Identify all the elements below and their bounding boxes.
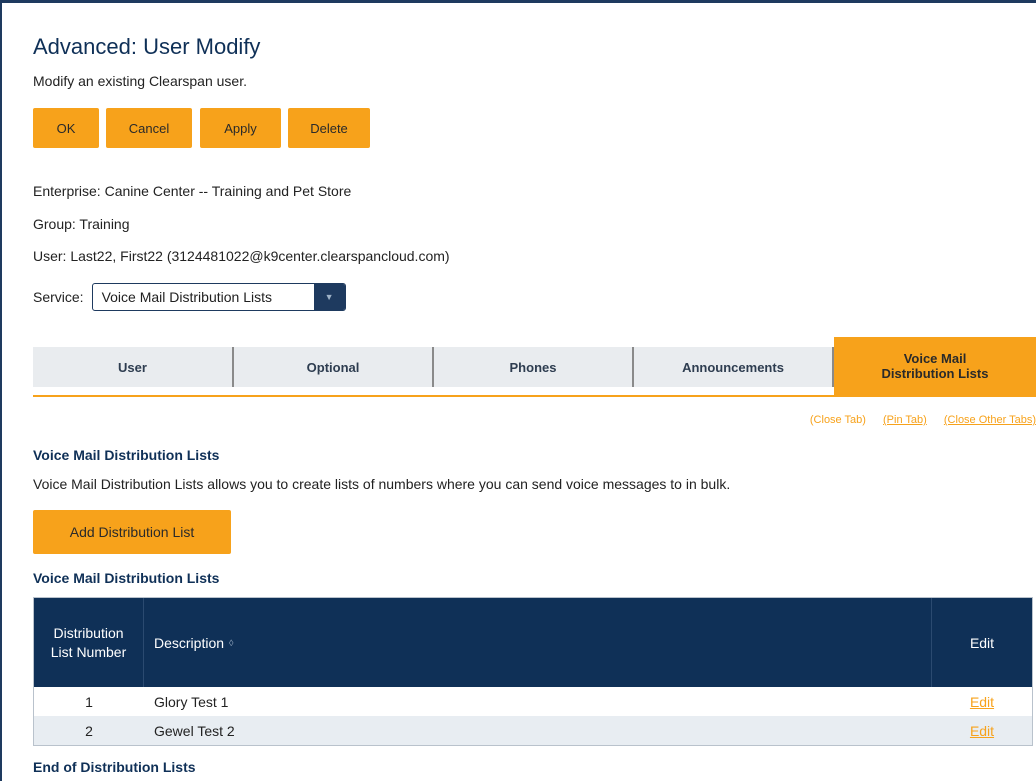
edit-link[interactable]: Edit: [932, 687, 1032, 716]
column-header-edit: Edit: [969, 634, 995, 651]
tab-voice-mail-distribution-lists[interactable]: Voice Mail Distribution Lists: [834, 337, 1036, 395]
table-row: 2 Gewel Test 2 Edit: [34, 716, 1032, 745]
tab-phones[interactable]: Phones: [434, 347, 632, 387]
table-row: 1 Glory Test 1 Edit: [34, 687, 1032, 716]
add-distribution-list-button[interactable]: Add Distribution List: [33, 510, 231, 554]
column-header-description-label: Description: [154, 634, 225, 651]
tab-announcements[interactable]: Announcements: [634, 347, 832, 387]
tab-links: (Close Tab) (Pin Tab) (Close Other Tabs): [796, 414, 1036, 426]
tab-optional[interactable]: Optional: [234, 347, 432, 387]
tab-user[interactable]: User: [33, 347, 232, 387]
distribution-lists-table: Distribution List Number Description ◊ E…: [33, 597, 1033, 746]
row-description: Glory Test 1: [154, 693, 229, 710]
user-info: User: Last22, First22 (3124481022@k9cent…: [33, 248, 450, 264]
row-number: 2: [85, 722, 93, 739]
service-label: Service:: [33, 289, 84, 305]
tab-underline: [33, 395, 1036, 397]
column-header-number-label: Distribution List Number: [50, 624, 127, 660]
edit-link[interactable]: Edit: [932, 716, 1032, 745]
table-title: Voice Mail Distribution Lists: [33, 570, 220, 586]
column-header-number[interactable]: Distribution List Number: [34, 598, 144, 687]
delete-button[interactable]: Delete: [288, 108, 370, 148]
ok-button[interactable]: OK: [33, 108, 99, 148]
close-other-tabs-link[interactable]: (Close Other Tabs): [944, 414, 1036, 426]
pin-tab-link[interactable]: (Pin Tab): [883, 414, 927, 426]
chevron-down-icon[interactable]: ▼: [313, 284, 345, 310]
service-select[interactable]: Voice Mail Distribution Lists ▼: [91, 283, 346, 311]
column-header-description[interactable]: Description ◊: [144, 598, 932, 687]
cancel-button[interactable]: Cancel: [106, 108, 192, 148]
enterprise-info: Enterprise: Canine Center -- Training an…: [33, 183, 352, 199]
tab-bar: User Optional Phones Announcements Voice…: [33, 337, 1036, 395]
section-description: Voice Mail Distribution Lists allows you…: [33, 476, 731, 492]
table-footer: End of Distribution Lists: [33, 759, 196, 775]
row-number: 1: [85, 693, 93, 710]
group-info: Group: Training: [33, 216, 130, 232]
section-title: Voice Mail Distribution Lists: [33, 447, 220, 463]
table-header: Distribution List Number Description ◊ E…: [34, 598, 1032, 687]
service-select-value: Voice Mail Distribution Lists: [101, 289, 272, 305]
sort-icon[interactable]: ◊: [229, 638, 233, 648]
page-title: Advanced: User Modify: [33, 34, 261, 59]
apply-button[interactable]: Apply: [200, 108, 281, 148]
close-tab-link[interactable]: (Close Tab): [810, 414, 866, 426]
service-row: Service: Voice Mail Distribution Lists ▼: [33, 283, 346, 311]
row-description: Gewel Test 2: [154, 722, 235, 739]
page-subtitle: Modify an existing Clearspan user.: [33, 73, 247, 89]
